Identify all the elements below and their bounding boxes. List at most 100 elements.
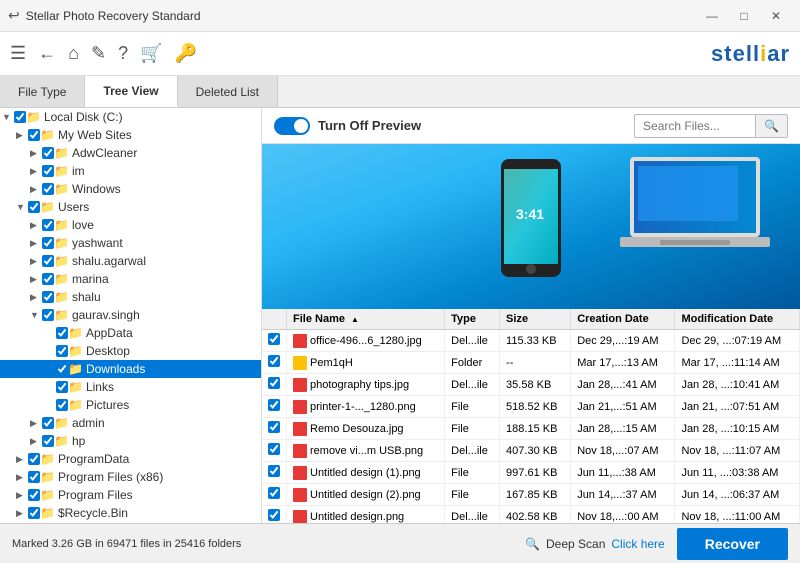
tree-checkbox[interactable] bbox=[42, 219, 54, 231]
maximize-button[interactable]: □ bbox=[728, 0, 760, 32]
tree-checkbox[interactable] bbox=[42, 165, 54, 177]
col-creation-date[interactable]: Creation Date bbox=[571, 309, 675, 330]
table-row[interactable]: printer-1-..._1280.pngFile518.52 KBJan 2… bbox=[262, 396, 800, 418]
tree-checkbox[interactable] bbox=[56, 345, 68, 357]
tree-checkbox[interactable] bbox=[56, 399, 68, 411]
tree-item[interactable]: 📁AppData bbox=[0, 324, 261, 342]
expand-icon: ▶ bbox=[30, 220, 42, 231]
tree-checkbox[interactable] bbox=[42, 237, 54, 249]
row-checkbox[interactable] bbox=[268, 465, 280, 477]
table-row[interactable]: remove vi...m USB.pngDel...ile407.30 KBN… bbox=[262, 440, 800, 462]
table-row[interactable]: Pem1qHFolder--Mar 17,...:13 AMMar 17, ..… bbox=[262, 352, 800, 374]
row-created: Jun 11,...:38 AM bbox=[571, 462, 675, 484]
tree-item[interactable]: 📁Downloads bbox=[0, 360, 261, 378]
tree-item[interactable]: ▶📁My Web Sites bbox=[0, 126, 261, 144]
tree-checkbox[interactable] bbox=[42, 435, 54, 447]
cart-icon[interactable]: 🛒 bbox=[140, 43, 162, 64]
row-modified: Nov 18, ...:11:07 AM bbox=[675, 440, 800, 462]
tree-checkbox[interactable] bbox=[14, 111, 26, 123]
tree-checkbox[interactable] bbox=[42, 309, 54, 321]
tree-checkbox[interactable] bbox=[56, 363, 68, 375]
row-type: Del...ile bbox=[445, 440, 500, 462]
preview-img: 3:41 bbox=[262, 144, 800, 309]
table-row[interactable]: photography tips.jpgDel...ile35.58 KBJan… bbox=[262, 374, 800, 396]
search-button[interactable]: 🔍 bbox=[755, 115, 787, 137]
col-type[interactable]: Type bbox=[445, 309, 500, 330]
tree-checkbox[interactable] bbox=[28, 489, 40, 501]
row-checkbox[interactable] bbox=[268, 421, 280, 433]
row-checkbox[interactable] bbox=[268, 355, 280, 367]
tree-checkbox[interactable] bbox=[56, 381, 68, 393]
close-button[interactable]: ✕ bbox=[760, 0, 792, 32]
tree-item[interactable]: ▶📁ProgramData bbox=[0, 450, 261, 468]
tree-item[interactable]: ▶📁Windows bbox=[0, 180, 261, 198]
tree-item[interactable]: ▶📁Lost Folders bbox=[0, 522, 261, 523]
tree-checkbox[interactable] bbox=[28, 201, 40, 213]
row-checkbox[interactable] bbox=[268, 487, 280, 499]
tree-item[interactable]: ▶📁shalu.agarwal bbox=[0, 252, 261, 270]
tree-item[interactable]: ▶📁love bbox=[0, 216, 261, 234]
tree-checkbox[interactable] bbox=[42, 147, 54, 159]
menu-icon[interactable]: ☰ bbox=[10, 43, 26, 64]
tree-item[interactable]: ▼📁Local Disk (C:) bbox=[0, 108, 261, 126]
row-checkbox[interactable] bbox=[268, 443, 280, 455]
row-modified: Mar 17, ...:11:14 AM bbox=[675, 352, 800, 374]
tree-checkbox[interactable] bbox=[28, 129, 40, 141]
tree-checkbox[interactable] bbox=[42, 183, 54, 195]
tree-checkbox[interactable] bbox=[42, 255, 54, 267]
tree-checkbox[interactable] bbox=[42, 417, 54, 429]
tree-checkbox[interactable] bbox=[28, 471, 40, 483]
minimize-button[interactable]: — bbox=[696, 0, 728, 32]
tree-checkbox[interactable] bbox=[42, 273, 54, 285]
row-checkbox[interactable] bbox=[268, 333, 280, 345]
preview-toggle[interactable] bbox=[274, 117, 310, 135]
tree-item[interactable]: ▶📁Program Files bbox=[0, 486, 261, 504]
row-checkbox[interactable] bbox=[268, 377, 280, 389]
tree-item[interactable]: ▶📁hp bbox=[0, 432, 261, 450]
row-size: 115.33 KB bbox=[500, 330, 571, 352]
tree-checkbox[interactable] bbox=[28, 453, 40, 465]
tree-item[interactable]: ▶📁im bbox=[0, 162, 261, 180]
table-row[interactable]: Untitled design (1).pngFile997.61 KBJun … bbox=[262, 462, 800, 484]
tree-item[interactable]: 📁Links bbox=[0, 378, 261, 396]
tab-file-type[interactable]: File Type bbox=[0, 76, 85, 107]
tree-item[interactable]: ▶📁yashwant bbox=[0, 234, 261, 252]
col-modification-date[interactable]: Modification Date bbox=[675, 309, 800, 330]
tree-item[interactable]: ▶📁Program Files (x86) bbox=[0, 468, 261, 486]
row-modified: Jan 28, ...:10:15 AM bbox=[675, 418, 800, 440]
tab-tree-view[interactable]: Tree View bbox=[85, 76, 177, 107]
tree-item[interactable]: ▶📁AdwCleaner bbox=[0, 144, 261, 162]
row-checkbox[interactable] bbox=[268, 509, 280, 521]
tab-deleted-list[interactable]: Deleted List bbox=[178, 76, 278, 107]
home-icon[interactable]: ⌂ bbox=[68, 43, 79, 64]
table-row[interactable]: Untitled design.pngDel...ile402.58 KBNov… bbox=[262, 506, 800, 524]
folder-icon: 📁 bbox=[40, 128, 55, 142]
edit-icon[interactable]: ✎ bbox=[91, 43, 106, 64]
tree-item[interactable]: 📁Desktop bbox=[0, 342, 261, 360]
folder-icon: 📁 bbox=[26, 110, 41, 124]
tree-checkbox[interactable] bbox=[42, 291, 54, 303]
tree-item[interactable]: ▶📁$Recycle.Bin bbox=[0, 504, 261, 522]
tree-item[interactable]: ▶📁marina bbox=[0, 270, 261, 288]
tree-item[interactable]: ▼📁gaurav.singh bbox=[0, 306, 261, 324]
row-checkbox[interactable] bbox=[268, 399, 280, 411]
help-icon[interactable]: ? bbox=[118, 43, 128, 64]
key-icon[interactable]: 🔑 bbox=[175, 43, 197, 64]
back-icon[interactable]: ← bbox=[38, 43, 56, 64]
tree-item[interactable]: ▶📁shalu bbox=[0, 288, 261, 306]
recover-button[interactable]: Recover bbox=[677, 528, 788, 560]
search-input[interactable] bbox=[635, 116, 755, 136]
tree-checkbox[interactable] bbox=[28, 507, 40, 519]
table-row[interactable]: Untitled design (2).pngFile167.85 KBJun … bbox=[262, 484, 800, 506]
folder-icon: 📁 bbox=[54, 272, 69, 286]
tree-checkbox[interactable] bbox=[56, 327, 68, 339]
tree-item[interactable]: ▶📁admin bbox=[0, 414, 261, 432]
col-filename[interactable]: File Name ▲ bbox=[287, 309, 445, 330]
table-row[interactable]: Remo Desouza.jpgFile188.15 KBJan 28,...:… bbox=[262, 418, 800, 440]
tree-item[interactable]: ▼📁Users bbox=[0, 198, 261, 216]
row-created: Jan 21,...:51 AM bbox=[571, 396, 675, 418]
tree-item[interactable]: 📁Pictures bbox=[0, 396, 261, 414]
table-row[interactable]: office-496...6_1280.jpgDel...ile115.33 K… bbox=[262, 330, 800, 352]
col-size[interactable]: Size bbox=[500, 309, 571, 330]
deep-scan-link[interactable]: Click here bbox=[611, 537, 664, 551]
